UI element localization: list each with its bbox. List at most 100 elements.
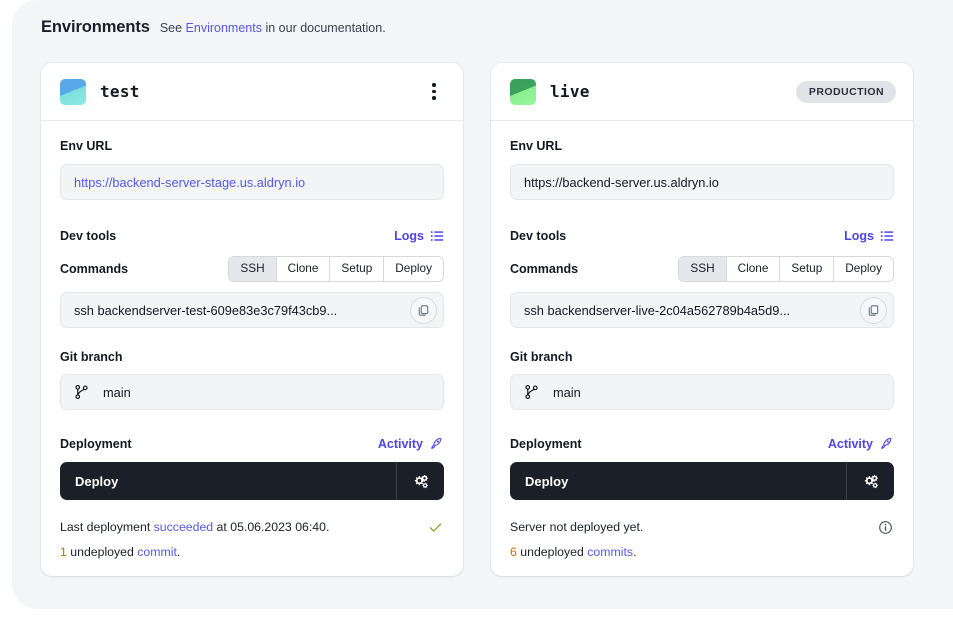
deployment-label-test: Deployment [60,436,132,451]
command-text-test: ssh backendserver-test-609e83e3c79f43cb9… [74,302,338,318]
commands-label-live: Commands [510,262,579,276]
commits-link-live[interactable]: commits [587,545,633,559]
environments-panel: Environments See Environments in our doc… [12,0,953,609]
command-field-live: ssh backendserver-live-2c04a562789b4a5d9… [510,292,894,328]
rocket-icon [431,437,442,449]
activity-label-test: Activity [377,436,423,451]
page-header: Environments See Environments in our doc… [41,18,924,50]
deployment-row-live: Deployment Activity [510,436,894,451]
info-icon[interactable] [876,518,894,536]
status-text-test: Last deployment succeeded at 05.06.2023 … [60,520,329,534]
card-header-live: live PRODUCTION [491,63,913,121]
logs-link-live[interactable]: Logs [844,229,894,243]
copy-icon[interactable] [410,296,437,324]
deploy-button-live[interactable]: Deploy [510,462,846,500]
environment-card-test: test Env URL https://backend-server-stag… [41,63,463,576]
tab-clone-live[interactable]: Clone [726,257,781,281]
test-gradient-icon [60,78,86,105]
activity-link-test[interactable]: Activity [378,436,444,451]
commits-link-test[interactable]: commit [137,545,177,559]
dev-tools-row-test: Dev tools Logs [60,229,444,243]
deploy-bar-live: Deploy [510,462,894,500]
git-branch-label-test: Git branch [60,350,123,364]
status-suffix-test: at 05.06.2023 06:40. [213,520,330,534]
documentation-link[interactable]: Environments [186,21,262,35]
deploy-settings-button-live[interactable] [846,462,894,500]
status-text-live: Server not deployed yet. [510,520,644,534]
subtitle-prefix: See [159,21,186,35]
dev-tools-label-live: Dev tools [510,229,567,243]
page-title: Environments [41,18,150,36]
env-url-field-test[interactable]: https://backend-server-stage.us.aldryn.i… [60,164,444,200]
env-url-field-live[interactable]: https://backend-server.us.aldryn.io [510,164,894,200]
card-body-live: Env URL https://backend-server.us.aldryn… [491,121,913,576]
undeployed-text-live: 6 undeployed commits. [510,545,636,559]
deployment-label-live: Deployment [510,436,582,451]
logs-list-icon [430,231,444,241]
status-prefix-test: Last deployment [60,520,154,534]
undeployed-text-test: 1 undeployed commit. [60,545,180,559]
tab-setup-test[interactable]: Setup [330,257,385,281]
env-url-label-live: Env URL [510,139,563,153]
tab-setup-live[interactable]: Setup [780,257,835,281]
commands-row-test: Commands SSH Clone Setup Deploy [60,256,444,282]
environment-name-live: live [550,82,590,101]
status-line-deployment-live: Server not deployed yet. [510,518,894,536]
git-branch-label-live: Git branch [510,350,573,364]
copy-glyph-icon [418,304,429,316]
status-state-test[interactable]: succeeded [154,520,213,534]
status-line-commits-test: 1 undeployed commit. [60,545,444,559]
card-body-test: Env URL https://backend-server-stage.us.… [41,121,463,576]
gears-icon [414,474,428,488]
deployment-row-test: Deployment Activity [60,436,444,451]
status-block-test: Last deployment succeeded at 05.06.2023 … [60,518,444,559]
tab-deploy-test[interactable]: Deploy [384,257,443,281]
tab-clone-test[interactable]: Clone [276,257,331,281]
check-icon [426,518,444,536]
undeployed-label-live: undeployed [516,545,588,559]
command-tabs-live: SSH Clone Setup Deploy [678,256,894,282]
page-subtitle: See Environments in our documentation. [160,21,386,35]
dev-tools-row-live: Dev tools Logs [510,229,894,243]
undeployed-count-test: 1 [60,545,67,559]
git-branch-field-test[interactable]: main [60,374,444,410]
gears-icon [864,474,878,488]
status-line-commits-live: 6 undeployed commits. [510,545,894,559]
deploy-bar-test: Deploy [60,462,444,500]
git-branch-value-live: main [553,384,581,400]
logs-label-live: Logs [844,229,874,243]
tab-ssh-live[interactable]: SSH [679,257,727,281]
activity-link-live[interactable]: Activity [828,436,894,451]
git-branch-icon [525,384,538,400]
card-header-test: test [41,63,463,121]
rocket-icon [881,437,892,449]
tab-deploy-live[interactable]: Deploy [834,257,893,281]
deploy-button-test[interactable]: Deploy [60,462,396,500]
env-url-label-test: Env URL [60,139,113,153]
copy-icon[interactable] [860,296,887,324]
git-branch-icon [75,384,88,400]
status-line-deployment-test: Last deployment succeeded at 05.06.2023 … [60,518,444,536]
copy-glyph-icon [868,304,879,316]
command-tabs-test: SSH Clone Setup Deploy [228,256,444,282]
kebab-menu-icon[interactable] [422,79,446,105]
status-block-live: Server not deployed yet. 6 undeployed co… [510,518,894,559]
logs-link-test[interactable]: Logs [394,229,444,243]
undeployed-count-live: 6 [510,545,517,559]
logs-label-test: Logs [394,229,424,243]
commands-row-live: Commands SSH Clone Setup Deploy [510,256,894,282]
command-field-test: ssh backendserver-test-609e83e3c79f43cb9… [60,292,444,328]
environment-cards: test Env URL https://backend-server-stag… [41,63,924,576]
live-gradient-icon [510,78,536,105]
undeployed-label-test: undeployed [66,545,138,559]
environment-card-live: live PRODUCTION Env URL https://backend-… [491,63,913,576]
undeployed-suffix-live: . [633,545,637,559]
dev-tools-label-test: Dev tools [60,229,117,243]
logs-list-icon [880,231,894,241]
command-text-live: ssh backendserver-live-2c04a562789b4a5d9… [524,302,791,318]
deploy-settings-button-test[interactable] [396,462,444,500]
git-branch-field-live[interactable]: main [510,374,894,410]
environment-name-test: test [100,82,140,101]
subtitle-suffix: in our documentation. [261,21,386,35]
tab-ssh-test[interactable]: SSH [229,257,277,281]
